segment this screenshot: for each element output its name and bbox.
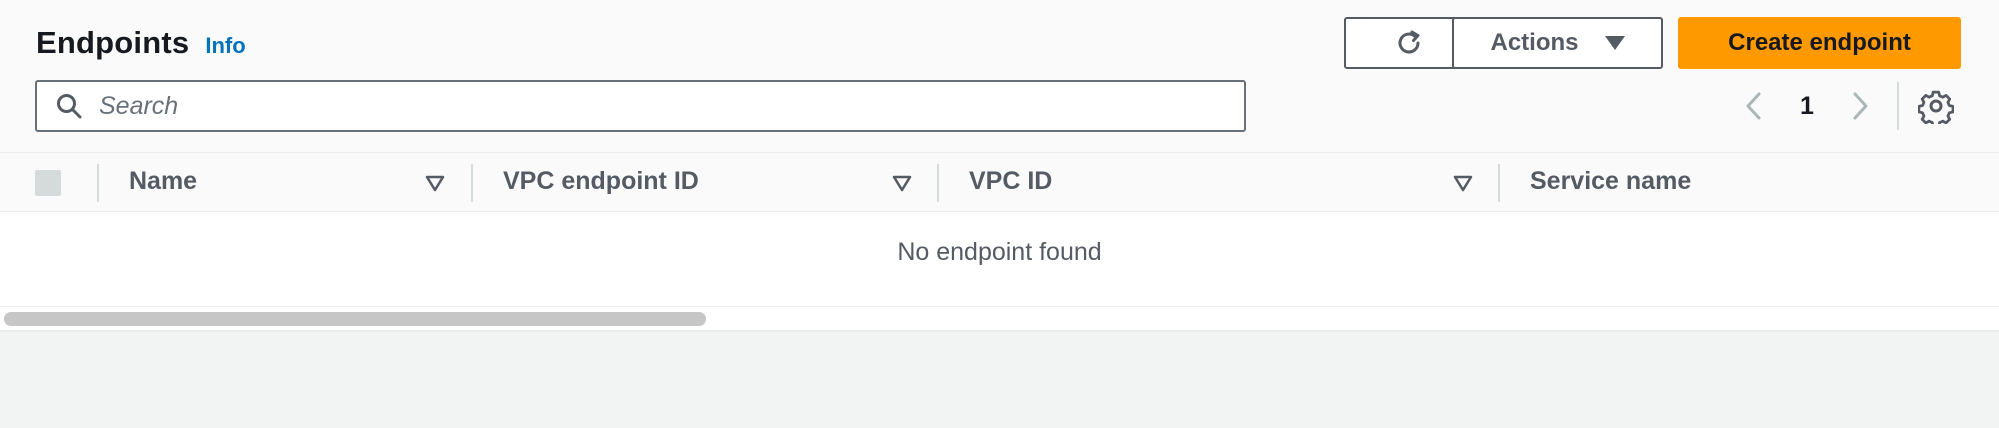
settings-button[interactable] [1917,88,1955,128]
chevron-right-icon [1853,92,1868,120]
horizontal-scrollbar[interactable] [0,307,1999,331]
pager-divider [1897,82,1899,130]
search-box[interactable] [35,80,1246,132]
endpoints-panel: Endpoints Info Actions Create endpoint 1 [0,0,1999,332]
table-header: Name VPC endpoint ID VPC ID Service name [0,152,1999,212]
column-header-vpc-endpoint-id[interactable]: VPC endpoint ID [503,167,699,196]
actions-label: Actions [1490,29,1579,56]
info-link[interactable]: Info [205,33,245,59]
column-separator [937,164,939,202]
create-endpoint-label: Create endpoint [1728,29,1911,56]
column-separator [471,164,473,202]
empty-state-message: No endpoint found [897,238,1102,266]
next-page-button[interactable] [1848,84,1872,128]
table-body: No endpoint found [0,212,1999,307]
chevron-left-icon [1746,92,1761,120]
current-page-number[interactable]: 1 [1800,84,1814,128]
previous-page-button[interactable] [1742,84,1766,128]
column-separator [1498,164,1500,202]
refresh-icon [1398,30,1419,54]
search-icon [53,90,85,122]
select-all-checkbox[interactable] [35,170,61,196]
sort-icon[interactable] [424,173,446,193]
gear-icon [1917,90,1955,128]
column-header-vpc-id[interactable]: VPC ID [969,167,1052,196]
sort-icon[interactable] [1452,173,1474,193]
search-input[interactable] [97,90,1201,122]
actions-dropdown-button[interactable]: Actions [1452,17,1663,69]
column-header-name[interactable]: Name [129,167,197,196]
caret-down-icon [1604,36,1625,50]
create-endpoint-button[interactable]: Create endpoint [1678,17,1961,69]
scrollbar-thumb[interactable] [4,312,706,326]
column-separator [97,164,99,202]
sort-icon[interactable] [891,173,913,193]
page-title: Endpoints [36,25,190,60]
page-header: Endpoints Info [36,20,246,66]
column-header-service-name[interactable]: Service name [1530,167,1691,196]
